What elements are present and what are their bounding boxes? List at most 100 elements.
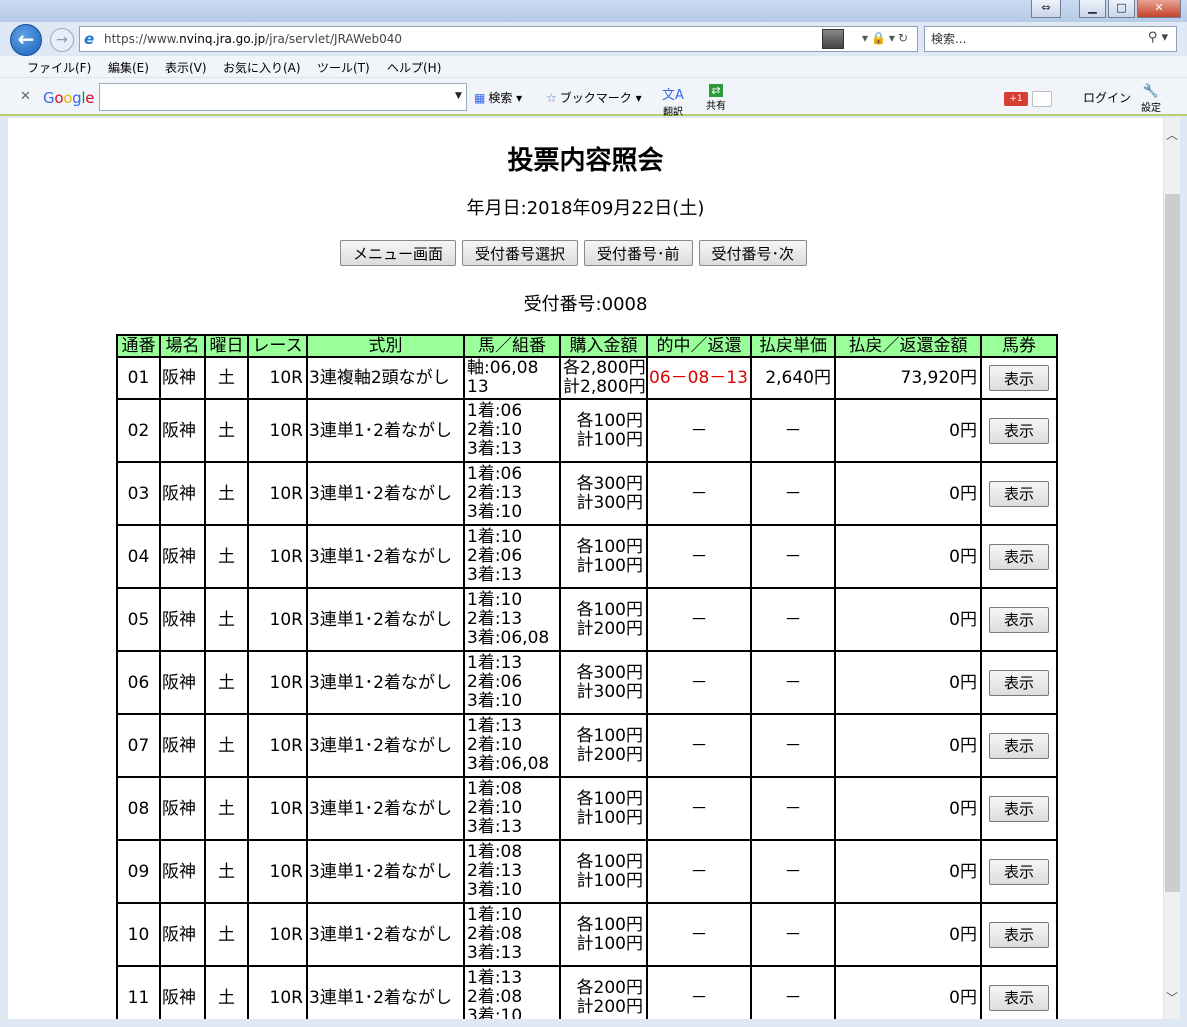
cell-unit-payout: － bbox=[752, 400, 834, 461]
cell-amount: 各300円 計300円 bbox=[561, 652, 646, 713]
cell-payout-total: 0円 bbox=[836, 400, 980, 461]
cell-venue: 阪神 bbox=[161, 526, 204, 587]
minimize-button[interactable]: ▁ bbox=[1079, 0, 1106, 18]
window-titlebar: ⇔ ▁ □ ✕ bbox=[0, 0, 1187, 22]
amount-line: 各100円 bbox=[576, 599, 643, 620]
receipt-select-button[interactable]: 受付番号選択 bbox=[462, 240, 579, 266]
cell-bet-type: 3連単1･2着ながし bbox=[308, 526, 463, 587]
cell-venue: 阪神 bbox=[161, 841, 204, 902]
cell-day: 土 bbox=[206, 841, 247, 902]
maximize-button[interactable]: □ bbox=[1108, 0, 1135, 18]
vertical-scrollbar[interactable]: ︿ ﹀ bbox=[1163, 118, 1180, 1019]
settings-button[interactable]: 🔧 設定 bbox=[1141, 84, 1161, 114]
show-ticket-button[interactable]: 表示 bbox=[989, 858, 1049, 885]
address-bar[interactable]: e https://www.nvinq.jra.go.jp/jra/servle… bbox=[79, 26, 918, 52]
col-header: 的中／返還 bbox=[648, 336, 750, 356]
amount-line: 各100円 bbox=[576, 536, 643, 557]
cell-unit-payout: － bbox=[752, 778, 834, 839]
menu-tools[interactable]: ツール(T) bbox=[317, 59, 370, 76]
show-ticket-button[interactable]: 表示 bbox=[989, 732, 1049, 759]
combo-line: 2着:06 bbox=[467, 546, 523, 566]
search-input[interactable] bbox=[931, 28, 1131, 50]
cell-venue: 阪神 bbox=[161, 967, 204, 1019]
combo-line: 1着:13 bbox=[467, 653, 523, 673]
table-row: 04 阪神土 10R 3連単1･2着ながし 1着:10 2着:06 3着:13 各100円 計1… bbox=[118, 526, 1056, 587]
scroll-up-icon[interactable]: ︿ bbox=[1164, 126, 1180, 142]
combo-line: 2着:13 bbox=[467, 609, 523, 629]
col-header: 場名 bbox=[161, 336, 204, 356]
combo-line: 2着:13 bbox=[467, 483, 523, 503]
cell-venue: 阪神 bbox=[161, 652, 204, 713]
receipt-next-button[interactable]: 受付番号･次 bbox=[698, 240, 808, 266]
menu-help[interactable]: ヘルプ(H) bbox=[387, 59, 441, 76]
show-ticket-button[interactable]: 表示 bbox=[989, 365, 1049, 391]
cell-bet-type: 3連単1･2着ながし bbox=[308, 967, 463, 1019]
google-search-input[interactable] bbox=[99, 83, 467, 111]
forward-button[interactable]: → bbox=[50, 28, 74, 52]
close-button[interactable]: ✕ bbox=[1137, 0, 1181, 18]
toolbar-close-icon[interactable]: ✕ bbox=[20, 89, 31, 104]
show-ticket-button[interactable]: 表示 bbox=[989, 417, 1049, 444]
menu-view[interactable]: 表示(V) bbox=[165, 59, 207, 76]
cell-day: 土 bbox=[206, 904, 247, 965]
google-search-icon: ▦ bbox=[474, 91, 486, 105]
cell-payout-total: 0円 bbox=[836, 652, 980, 713]
combo-line: 1着:08 bbox=[467, 842, 523, 862]
login-link[interactable]: ログイン bbox=[1083, 89, 1131, 106]
translate-button[interactable]: 文A 翻訳 bbox=[662, 84, 684, 118]
col-header: 式別 bbox=[308, 336, 463, 356]
cell-hit: － bbox=[648, 589, 750, 650]
cell-payout-total: 0円 bbox=[836, 715, 980, 776]
amount-line: 各100円 bbox=[576, 788, 643, 809]
google-search-button[interactable]: ▦ 検索 ▾ bbox=[474, 89, 522, 106]
gplus-button[interactable]: +1 bbox=[1004, 92, 1028, 106]
search-box[interactable]: ⚲ ▾ bbox=[924, 26, 1177, 52]
show-ticket-button[interactable]: 表示 bbox=[989, 669, 1049, 696]
cell-ticket: 表示 bbox=[982, 526, 1056, 587]
show-ticket-button[interactable]: 表示 bbox=[989, 921, 1049, 948]
show-ticket-button[interactable]: 表示 bbox=[989, 543, 1049, 570]
page-thumbnail-icon[interactable] bbox=[822, 29, 844, 49]
cell-day: 土 bbox=[206, 652, 247, 713]
combo-line: 3着:13 bbox=[467, 439, 523, 459]
address-controls[interactable]: ▾🔒▾↻ bbox=[862, 31, 911, 45]
scroll-thumb[interactable] bbox=[1165, 194, 1180, 892]
scroll-down-icon[interactable]: ﹀ bbox=[1164, 989, 1180, 1005]
cell-amount: 各100円 計200円 bbox=[561, 715, 646, 776]
menu-screen-button[interactable]: メニュー画面 bbox=[340, 240, 457, 266]
cell-bet-type: 3連単1･2着ながし bbox=[308, 652, 463, 713]
search-icon[interactable]: ⚲ ▾ bbox=[1148, 30, 1168, 45]
menu-file[interactable]: ファイル(F) bbox=[27, 59, 91, 76]
show-ticket-button[interactable]: 表示 bbox=[989, 606, 1049, 633]
table-row: 08 阪神土 10R 3連単1･2着ながし 1着:08 2着:10 3着:13 各100円 計1… bbox=[118, 778, 1056, 839]
show-ticket-button[interactable]: 表示 bbox=[989, 480, 1049, 507]
ie-page-icon: e bbox=[84, 30, 95, 48]
show-ticket-button[interactable]: 表示 bbox=[989, 984, 1049, 1011]
show-ticket-button[interactable]: 表示 bbox=[989, 795, 1049, 822]
bookmark-button[interactable]: ☆ ブックマーク ▾ bbox=[546, 89, 642, 106]
cell-payout-total: 0円 bbox=[836, 904, 980, 965]
window-restore-button[interactable]: ⇔ bbox=[1031, 0, 1061, 18]
cell-serial: 08 bbox=[118, 778, 159, 839]
cell-payout-total: 0円 bbox=[836, 778, 980, 839]
share-button[interactable]: ⇄ 共有 bbox=[706, 84, 726, 112]
cell-day: 土 bbox=[206, 358, 247, 398]
cell-serial: 06 bbox=[118, 652, 159, 713]
google-dropdown-icon[interactable]: ▼ bbox=[455, 91, 462, 101]
menu-edit[interactable]: 編集(E) bbox=[108, 59, 149, 76]
cell-venue: 阪神 bbox=[161, 400, 204, 461]
table-row: 02 阪神土 10R 3連単1･2着ながし 1着:06 2着:10 3着:13 各100円 計1… bbox=[118, 400, 1056, 461]
combo-line: 1着:10 bbox=[467, 590, 523, 610]
receipt-number: 受付番号:0008 bbox=[523, 294, 648, 315]
receipt-prev-button[interactable]: 受付番号･前 bbox=[584, 240, 693, 266]
table-row: 06 阪神土 10R 3連単1･2着ながし 1着:13 2着:06 3着:10 各300円 計3… bbox=[118, 652, 1056, 713]
amount-line: 各300円 bbox=[576, 662, 643, 683]
combo-line: 3着:10 bbox=[467, 502, 523, 522]
back-button[interactable]: ← bbox=[10, 24, 42, 56]
amount-line: 各100円 bbox=[576, 851, 643, 872]
star-icon: ☆ bbox=[546, 91, 557, 105]
url-text[interactable]: https://www.nvinq.jra.go.jp/jra/servlet/… bbox=[104, 32, 402, 46]
menu-bar: ファイル(F) 編集(E) 表示(V) お気に入り(A) ツール(T) ヘルプ(… bbox=[0, 56, 1187, 78]
menu-favorites[interactable]: お気に入り(A) bbox=[223, 59, 301, 76]
combo-line: 1着:08 bbox=[467, 779, 523, 799]
